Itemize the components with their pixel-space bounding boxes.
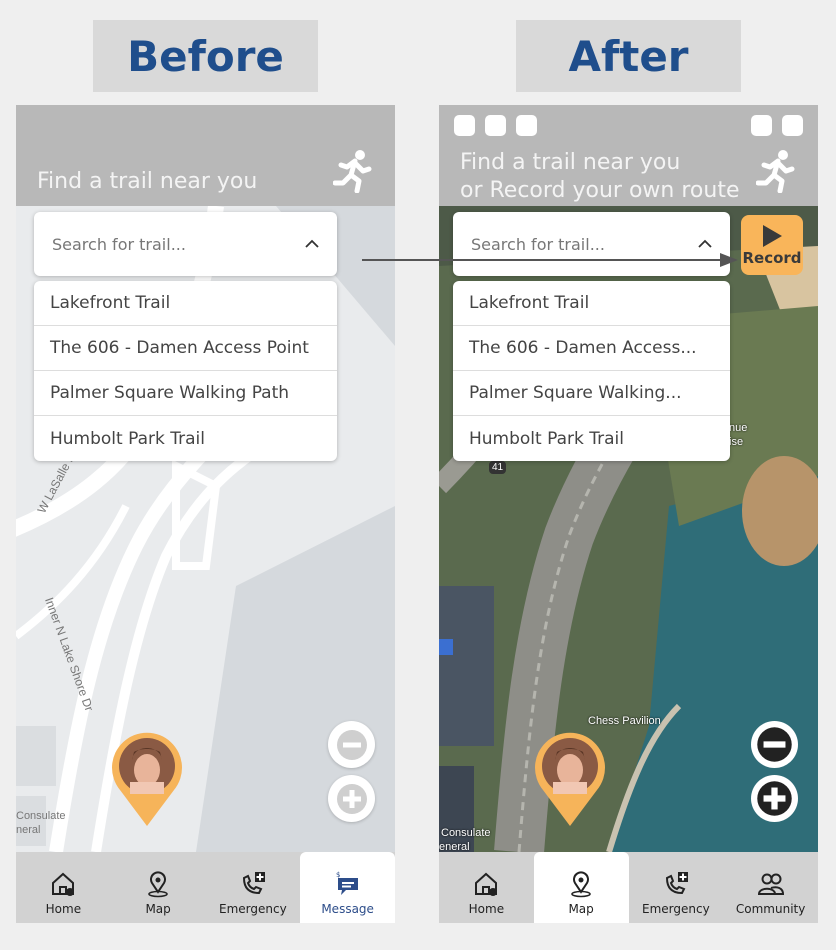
nav-community[interactable]: Community: [723, 852, 818, 923]
minus-icon: [336, 729, 367, 760]
after-screen: Chess Pavilion 41 Consulate eneral nue i…: [439, 105, 818, 923]
zoom-in-button[interactable]: [328, 775, 375, 822]
zoom-in-button[interactable]: [751, 775, 798, 822]
record-button[interactable]: Record: [741, 215, 803, 275]
header-subtitle: or Record your own route: [460, 178, 740, 203]
pavilion-label: Chess Pavilion: [588, 715, 661, 727]
route-shield: 41: [489, 461, 507, 474]
runner-icon: [333, 150, 372, 193]
search-placeholder: Search for trail...: [471, 234, 605, 254]
after-label: After: [516, 20, 741, 92]
chevron-up-icon[interactable]: [698, 239, 712, 249]
header-title: Find a trail near you: [37, 169, 258, 194]
nav-map[interactable]: Map: [111, 852, 206, 923]
app-header: Find a trail near you or Record your own…: [439, 105, 818, 206]
trail-option[interactable]: The 606 - Damen Access Point: [34, 326, 337, 371]
zoom-out-button[interactable]: [328, 721, 375, 768]
bottom-nav: Home Map Emergency Community: [439, 852, 818, 923]
nav-label: Community: [735, 902, 806, 916]
place-label: Consulate: [441, 827, 491, 839]
nav-home[interactable]: Home: [439, 852, 534, 923]
nav-emergency[interactable]: Emergency: [629, 852, 724, 923]
trail-option[interactable]: Palmer Square Walking...: [453, 371, 730, 416]
nav-label: Message: [321, 902, 374, 916]
nav-label: Map: [568, 902, 594, 916]
trail-option[interactable]: Lakefront Trail: [453, 281, 730, 326]
comparison-arrow: [362, 253, 738, 267]
nav-label: Map: [145, 902, 171, 916]
nav-label: Home: [468, 902, 505, 916]
place-label: nue: [729, 422, 748, 434]
home-icon: [52, 872, 75, 896]
nav-label: Emergency: [219, 902, 287, 916]
nav-label: Emergency: [642, 902, 710, 916]
chevron-up-icon[interactable]: [305, 239, 319, 249]
nav-message[interactable]: $ Message: [300, 852, 395, 923]
zoom-out-button[interactable]: [751, 721, 798, 768]
home-icon: [475, 872, 498, 896]
minus-icon: [751, 721, 798, 768]
map-pin-icon: [148, 871, 168, 898]
nav-label: Home: [45, 902, 82, 916]
search-placeholder: Search for trail...: [52, 234, 186, 254]
search-input[interactable]: Search for trail...: [34, 212, 337, 276]
header-title: Find a trail near you: [460, 150, 681, 175]
nav-emergency[interactable]: Emergency: [206, 852, 301, 923]
trail-option[interactable]: Humbolt Park Trail: [34, 416, 337, 461]
user-location-pin[interactable]: [533, 730, 607, 828]
nav-map[interactable]: Map: [533, 852, 629, 923]
bike-icon: [439, 639, 453, 655]
plus-icon: [751, 775, 798, 822]
user-location-pin[interactable]: [110, 730, 184, 828]
play-icon: [763, 225, 782, 247]
trail-option[interactable]: Humbolt Park Trail: [453, 416, 730, 461]
map-pin-icon: [571, 871, 591, 898]
record-label: Record: [742, 249, 802, 267]
before-label: Before: [93, 20, 318, 92]
app-header: Find a trail near you: [16, 105, 395, 206]
trail-option[interactable]: The 606 - Damen Access...: [453, 326, 730, 371]
trail-option[interactable]: Lakefront Trail: [34, 281, 337, 326]
window-dots-left: [454, 115, 537, 136]
place-label: Consulate: [16, 810, 66, 822]
plus-icon: [336, 783, 367, 814]
place-label: ise: [729, 436, 744, 448]
emergency-call-icon: [665, 872, 688, 895]
trail-option[interactable]: Palmer Square Walking Path: [34, 371, 337, 416]
window-dots-right: [751, 115, 803, 136]
emergency-call-icon: [242, 872, 265, 895]
runner-icon: [756, 150, 795, 193]
place-label: neral: [16, 824, 41, 836]
nav-home[interactable]: Home: [16, 852, 111, 923]
trail-dropdown-list: Lakefront Trail The 606 - Damen Access..…: [453, 281, 730, 461]
trail-dropdown-list: Lakefront Trail The 606 - Damen Access P…: [34, 281, 337, 461]
before-screen: W LaSalle Dr Inner N Lake Shore Dr Consu…: [16, 105, 395, 923]
svg-text:$: $: [336, 871, 340, 879]
community-icon: [757, 873, 784, 895]
message-icon: $: [336, 871, 358, 895]
bottom-nav: Home Map Emergency $ Message: [16, 852, 395, 923]
